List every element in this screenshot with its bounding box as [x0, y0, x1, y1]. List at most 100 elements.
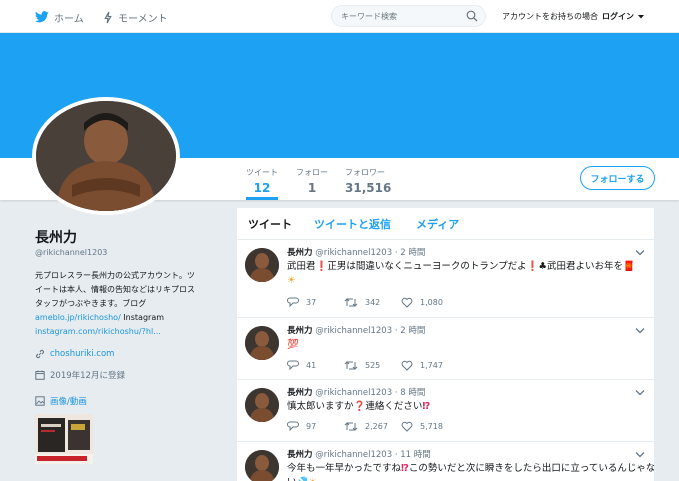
tweet-author-handle[interactable]: @rikichannel1203 [315, 388, 392, 398]
profile-website[interactable]: choshuriki.com [35, 349, 114, 359]
stat-followers[interactable]: フォロワー 31,516 [345, 158, 392, 200]
stat-followers-count: 31,516 [345, 181, 392, 195]
tweet-text-part: い [287, 477, 297, 481]
retweet-icon [344, 360, 358, 370]
link-icon [36, 349, 44, 359]
sun-emoji: ☀ [287, 275, 296, 286]
calendar-icon [35, 370, 45, 380]
chevron-down-icon[interactable] [635, 327, 645, 334]
tweet-avatar[interactable] [245, 388, 279, 422]
tweet-author-name[interactable]: 長州力 [287, 326, 313, 336]
reply-action[interactable]: 37 [287, 296, 316, 308]
nav-home[interactable]: ホーム [35, 9, 84, 25]
reply-action[interactable]: 97 [287, 420, 316, 432]
caret-down-icon [638, 14, 644, 18]
stat-tweets-label: ツイート [246, 168, 278, 177]
like-action[interactable]: 1,747 [401, 359, 443, 371]
tweet-header: 長州力 @rikichannel1203 · 2 時間 [287, 324, 425, 336]
timeline: ツイート ツイートと返信 メディア 長州力 @rikichannel1203 ·… [237, 208, 654, 481]
instagram-label: Instagram [120, 313, 165, 322]
media-label[interactable]: 画像/動画 [50, 395, 87, 407]
nav-moments[interactable]: モーメント [103, 9, 168, 25]
lightning-icon [104, 11, 112, 23]
tweet-text: 💯 [287, 338, 647, 352]
reply-action[interactable]: 41 [287, 359, 316, 371]
retweet-action[interactable]: 342 [344, 296, 380, 308]
sweat-drops-emoji: 💦 [297, 477, 309, 481]
red-envelope-emoji: 🧧 [622, 261, 635, 272]
tweet-author-handle[interactable]: @rikichannel1203 [315, 248, 392, 258]
login-prompt: アカウントをお持ちの場合 [502, 12, 598, 21]
instagram-link[interactable]: instagram.com/rikichoshu/?hl... [35, 325, 220, 339]
avatar[interactable] [32, 97, 180, 215]
tab-tweets[interactable]: ツイート [248, 216, 292, 232]
tweet-avatar[interactable] [245, 248, 279, 282]
club-suit-emoji: ♣ [538, 261, 547, 272]
like-count: 5,718 [420, 421, 443, 431]
tweet-time[interactable]: · 2 時間 [395, 248, 426, 258]
stat-followers-label: フォロワー [345, 168, 385, 177]
nav-moments-label: モーメント [118, 13, 168, 25]
tweet-avatar[interactable] [245, 326, 279, 360]
tweet-author-name[interactable]: 長州力 [287, 388, 313, 398]
like-action[interactable]: 1,080 [401, 296, 443, 308]
tweet-text: 今年も一年早かったですね⁉この勢いだと次に瞬きをしたら出口に立っているんじゃない… [287, 462, 654, 481]
tweet-author-name[interactable]: 長州力 [287, 248, 313, 258]
follow-button[interactable]: フォローする [580, 166, 655, 190]
tab-media[interactable]: メディア [416, 216, 459, 232]
chevron-down-icon[interactable] [635, 389, 645, 396]
bio-line: タッフがつぶやきます。ブログ [35, 299, 147, 308]
reply-count: 97 [306, 421, 317, 431]
media-thumbnail-image [35, 414, 93, 464]
blog-link[interactable]: ameblo.jp/rikichosho/ [35, 313, 121, 322]
bio-line: イートは本人、情報の告知などはリキプロス [35, 285, 195, 294]
chevron-down-icon[interactable] [635, 249, 645, 256]
reply-icon [287, 360, 299, 370]
timeline-tabs: ツイート ツイートと返信 メディア [237, 208, 654, 240]
profile-name: 長州力 [35, 230, 77, 246]
chevron-down-icon[interactable] [635, 451, 645, 458]
like-action[interactable]: 5,718 [401, 420, 443, 432]
top-nav: ホーム モーメント アカウントをお持ちの場合 ログイン [0, 0, 679, 33]
image-icon [35, 396, 45, 406]
tweet-author-handle[interactable]: @rikichannel1203 [315, 326, 392, 336]
search-input[interactable] [341, 9, 461, 23]
stat-following-count: 1 [307, 181, 317, 195]
stat-following[interactable]: フォロー 1 [295, 158, 329, 200]
media-thumbnail[interactable] [35, 414, 93, 464]
tweet[interactable]: 長州力 @rikichannel1203 · 2 時間 💯 41 525 1,7… [237, 318, 654, 380]
tweet-text-part: 今年も一年早かったですね [287, 463, 402, 474]
retweet-action[interactable]: 525 [344, 359, 380, 371]
stat-tweets[interactable]: ツイート 12 [246, 158, 278, 200]
retweet-action[interactable]: 2,267 [344, 420, 388, 432]
stat-following-label: フォロー [296, 168, 328, 177]
tweet-text: 慎太郎いますか❓連絡ください⁉ [287, 400, 647, 414]
nav-home-label: ホーム [54, 13, 84, 25]
website-link[interactable]: choshuriki.com [50, 349, 114, 359]
login-menu[interactable]: アカウントをお持ちの場合 ログイン [502, 11, 645, 22]
tweet-time[interactable]: · 11 時間 [395, 450, 431, 460]
search-icon[interactable] [466, 10, 478, 22]
tweet-text-part: この勢いだと次に瞬きをしたら出口に立っているんじゃな [408, 463, 654, 474]
login-link[interactable]: ログイン [602, 11, 634, 22]
media-link[interactable]: 画像/動画 [35, 395, 87, 407]
tweet-time[interactable]: · 2 時間 [395, 326, 426, 336]
tweet-author-name[interactable]: 長州力 [287, 450, 313, 460]
heart-icon [401, 360, 413, 371]
reply-icon [287, 297, 299, 307]
tweet[interactable]: 長州力 @rikichannel1203 · 8 時間 慎太郎いますか❓連絡くだ… [237, 380, 654, 442]
tweet-author-handle[interactable]: @rikichannel1203 [315, 450, 392, 460]
tweet-time[interactable]: · 8 時間 [395, 388, 426, 398]
tweet-avatar[interactable] [245, 450, 279, 481]
like-count: 1,080 [420, 297, 443, 307]
profile-handle: @rikichannel1203 [35, 248, 108, 257]
interrobang-emoji: ⁉ [401, 463, 409, 474]
tweet[interactable]: 長州力 @rikichannel1203 · 2 時間 武田君❗正男は間違いなく… [237, 240, 654, 318]
tweet[interactable]: 長州力 @rikichannel1203 · 11 時間 今年も一年早かったです… [237, 442, 654, 481]
like-count: 1,747 [420, 360, 443, 370]
heart-icon [401, 297, 413, 308]
tab-tweets-and-replies[interactable]: ツイートと返信 [314, 216, 391, 232]
exclamation-emoji: ❗ [526, 261, 539, 272]
retweet-icon [344, 421, 358, 431]
search-box [331, 5, 486, 27]
